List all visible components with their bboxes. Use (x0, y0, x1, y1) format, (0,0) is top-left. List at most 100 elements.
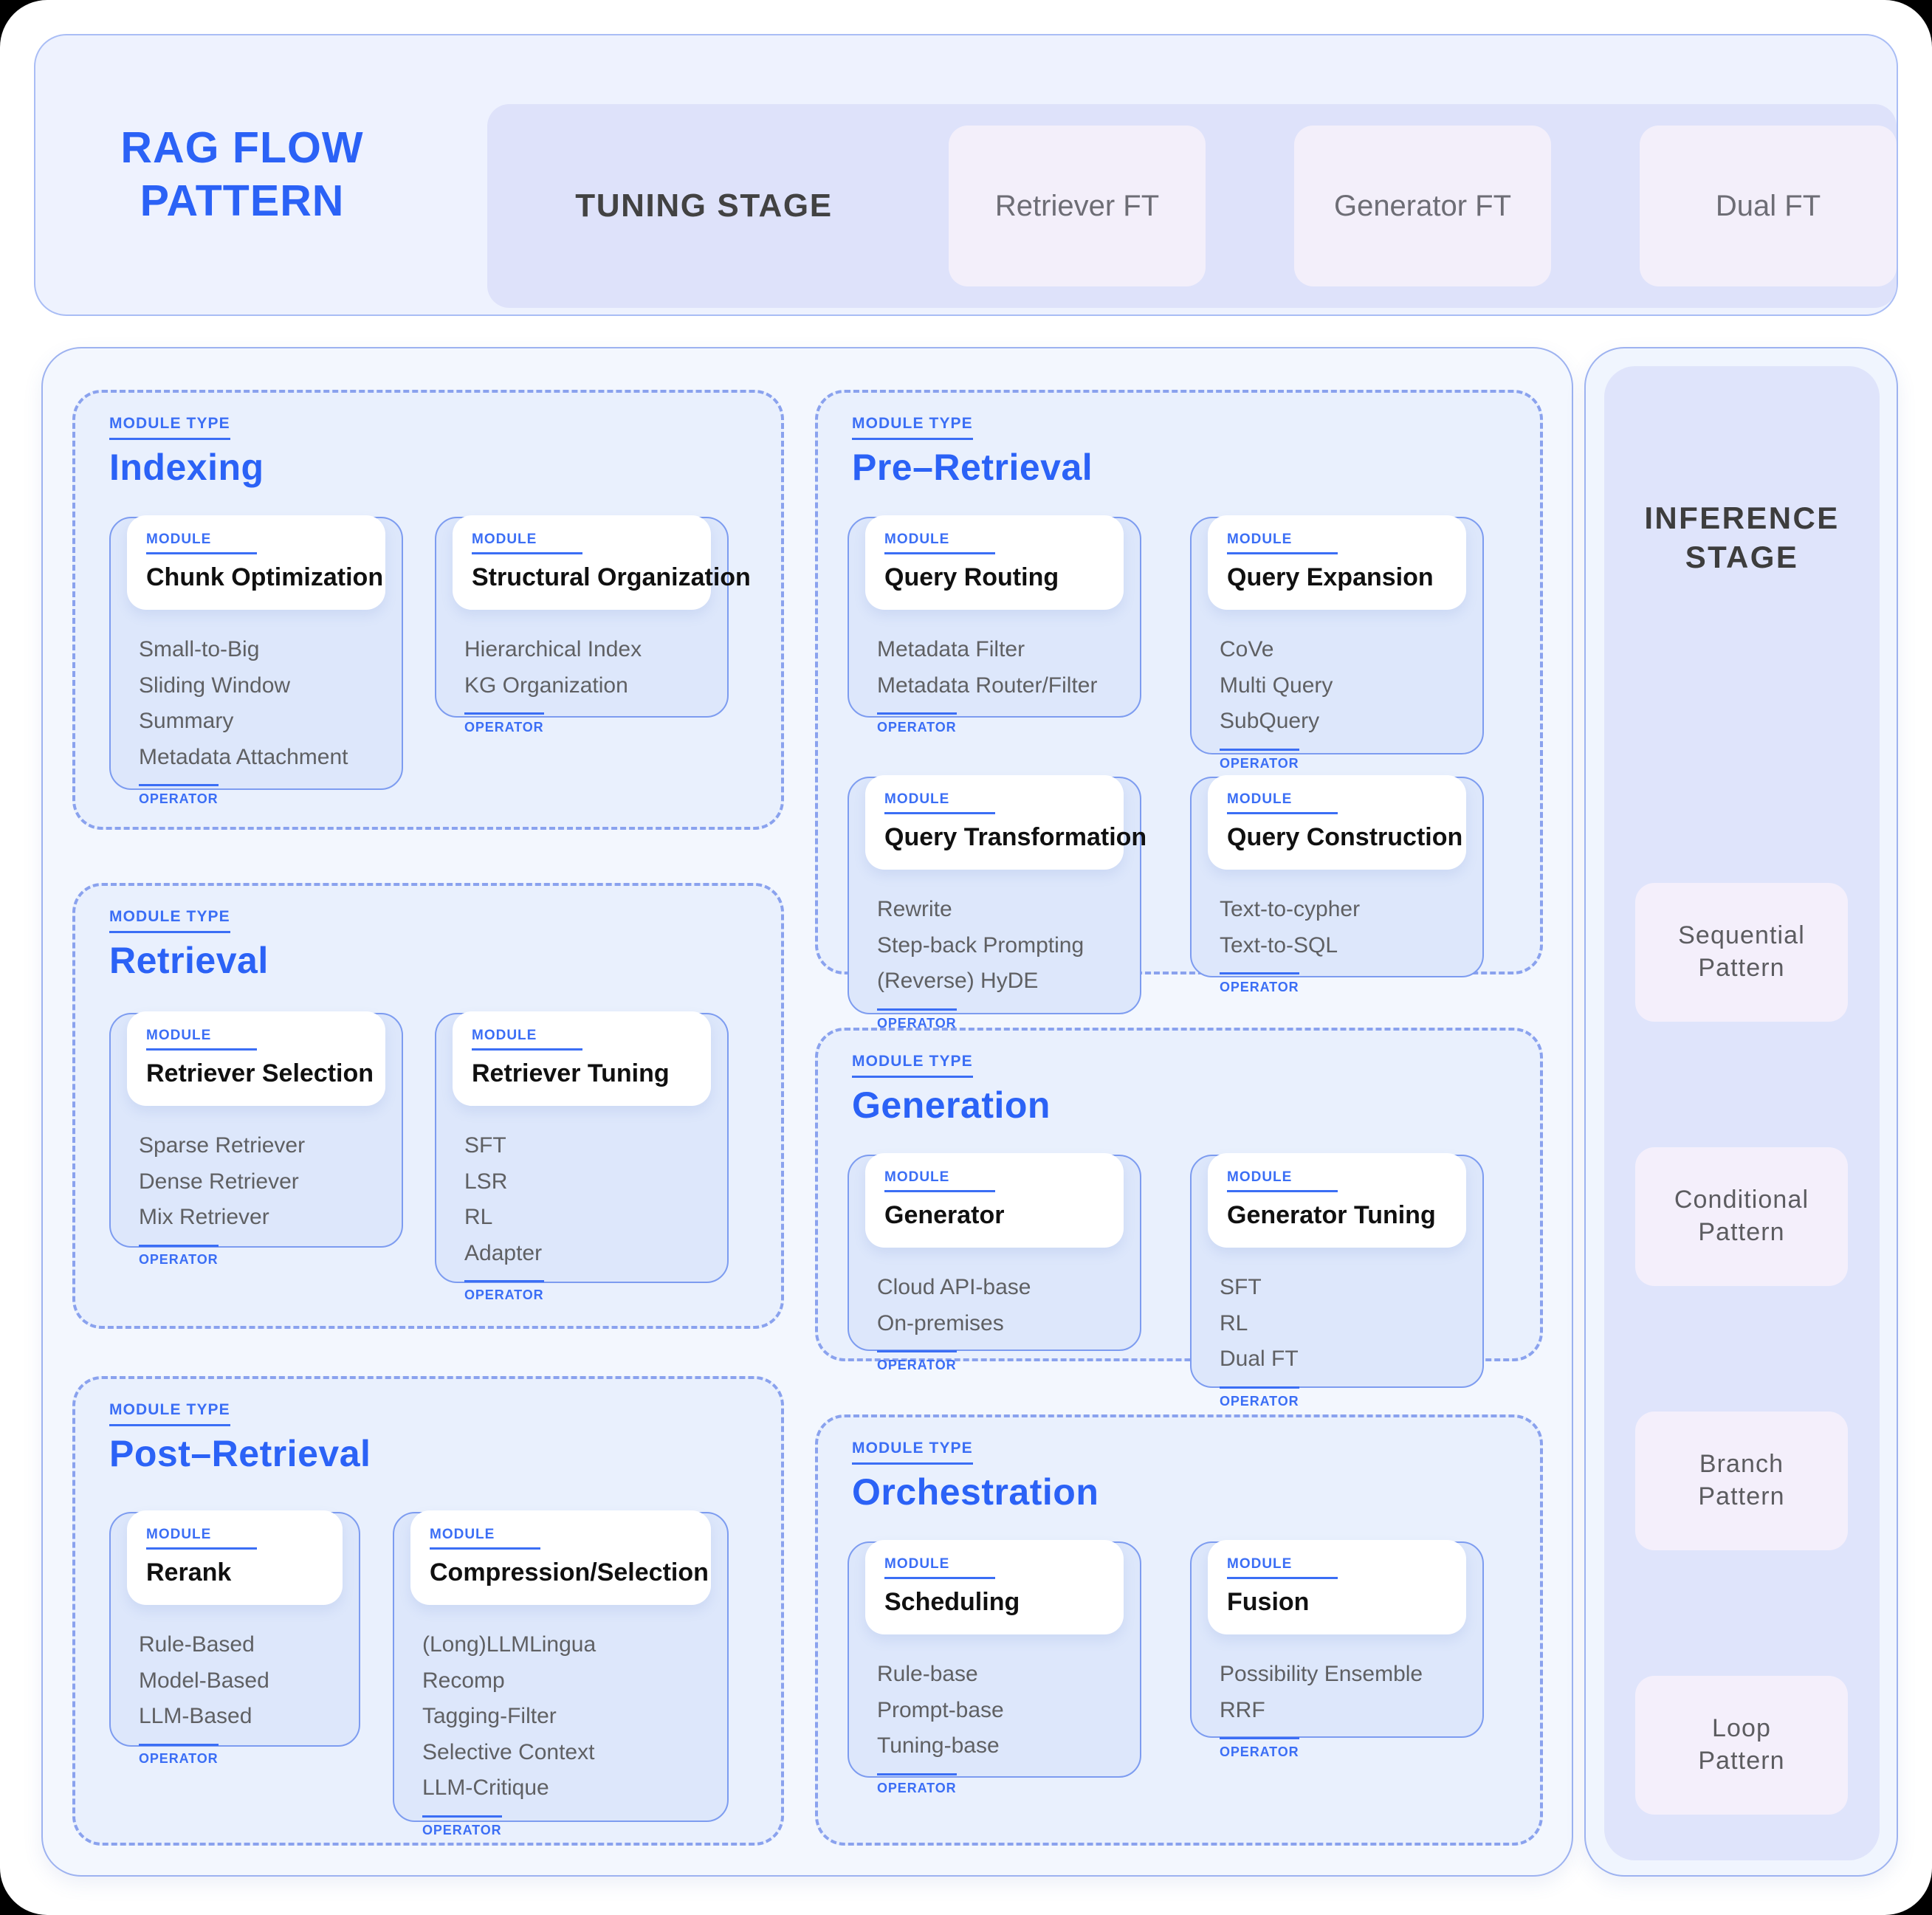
module-title: Fusion (1227, 1588, 1310, 1616)
module-type-kicker: MODULE TYPE (109, 1401, 230, 1426)
operator-item: Dual FT (1220, 1347, 1299, 1372)
module-card[interactable]: MODULE Query Expansion CoVe Multi Query … (1190, 515, 1484, 771)
operator-item: Tuning-base (877, 1733, 1000, 1758)
operator-item: LSR (464, 1169, 508, 1194)
module-card[interactable]: MODULE Scheduling Rule-base Prompt-base … (848, 1540, 1141, 1795)
ft-chip-retriever[interactable]: Retriever FT (949, 126, 1206, 286)
operator-list: Metadata Filter Metadata Router/Filter (873, 632, 1116, 704)
operator-kicker: OPERATOR (877, 1773, 957, 1796)
module-title: Compression/Selection (430, 1558, 709, 1586)
module-title: Query Expansion (1227, 563, 1434, 591)
section-heading: MODULE TYPE Indexing (109, 415, 264, 489)
operator-item: Metadata Attachment (139, 744, 348, 769)
inference-stage-container: INFERENCE STAGE Sequential Pattern Condi… (1584, 347, 1898, 1877)
operator-list: Cloud API-base On-premises (873, 1270, 1116, 1341)
operator-kicker: OPERATOR (139, 1743, 219, 1767)
module-header: MODULE Scheduling (865, 1540, 1124, 1634)
module-type-kicker: MODULE TYPE (109, 415, 230, 440)
module-card[interactable]: MODULE Fusion Possibility Ensemble RRF O… (1190, 1540, 1484, 1759)
operator-item: (Reverse) HyDE (877, 969, 1039, 994)
module-card[interactable]: MODULE Retriever Tuning SFT LSR RL Adapt… (435, 1011, 729, 1302)
operator-item: Multi Query (1220, 673, 1333, 698)
module-kicker: MODULE (472, 1028, 582, 1051)
module-type-kicker: MODULE TYPE (852, 1440, 973, 1465)
module-header: MODULE Query Construction (1208, 775, 1466, 870)
header-panel: RAG FLOW PATTERN TUNING STAGE Retriever … (34, 34, 1898, 316)
module-kicker: MODULE (884, 1169, 995, 1192)
module-body: MODULE Generator Cloud API-base On-premi… (848, 1153, 1141, 1372)
section-generation: MODULE TYPE Generation MODULE Generator … (815, 1028, 1543, 1409)
pattern-card-sequential[interactable]: Sequential Pattern (1635, 883, 1848, 1022)
section-heading: MODULE TYPE Generation (852, 1053, 1051, 1127)
module-header: MODULE Query Routing (865, 515, 1124, 610)
operator-item: RRF (1220, 1697, 1265, 1722)
module-header: MODULE Query Expansion (1208, 515, 1466, 610)
section-heading: MODULE TYPE Orchestration (852, 1440, 1099, 1513)
ft-chip-generator[interactable]: Generator FT (1294, 126, 1551, 286)
module-body: MODULE Query Routing Metadata Filter Met… (848, 515, 1141, 735)
operator-item: Metadata Filter (877, 637, 1025, 661)
operator-item: Prompt-base (877, 1697, 1004, 1722)
operator-item: SFT (1220, 1275, 1262, 1299)
operator-item: SFT (464, 1133, 506, 1158)
module-body: MODULE Scheduling Rule-base Prompt-base … (848, 1540, 1141, 1795)
module-card[interactable]: MODULE Retriever Selection Sparse Retrie… (109, 1011, 403, 1267)
operator-item: (Long)LLMLingua (422, 1632, 597, 1657)
module-title: Retriever Selection (146, 1059, 374, 1087)
operator-item: Dense Retriever (139, 1169, 299, 1194)
operator-item: Tagging-Filter (422, 1704, 557, 1729)
module-title: Query Transformation (884, 823, 1147, 851)
module-body: MODULE Chunk Optimization Small-to-Big S… (109, 515, 403, 806)
operator-kicker: OPERATOR (1220, 972, 1299, 995)
operator-list: SFT RL Dual FT (1215, 1270, 1459, 1378)
module-card[interactable]: MODULE Query Transformation Rewrite Step… (848, 775, 1147, 1031)
module-body: MODULE Compression/Selection (Long)LLMLi… (393, 1510, 729, 1837)
pattern-card-conditional[interactable]: Conditional Pattern (1635, 1147, 1848, 1286)
operator-item: LLM-Critique (422, 1775, 549, 1801)
module-title: Rerank (146, 1558, 232, 1586)
section-post-retrieval: MODULE TYPE Post–Retrieval MODULE Rerank… (72, 1376, 784, 1846)
section-title: Post–Retrieval (109, 1433, 371, 1474)
operator-kicker: OPERATOR (464, 1280, 544, 1303)
operator-item: Text-to-cypher (1220, 897, 1361, 921)
module-card[interactable]: MODULE Query Routing Metadata Filter Met… (848, 515, 1141, 735)
module-card[interactable]: MODULE Generator Cloud API-base On-premi… (848, 1153, 1141, 1372)
module-header: MODULE Generator Tuning (1208, 1153, 1466, 1248)
operator-kicker: OPERATOR (139, 1244, 219, 1268)
operator-item: Possibility Ensemble (1220, 1662, 1423, 1686)
operator-kicker: OPERATOR (877, 1350, 957, 1373)
module-card[interactable]: MODULE Rerank Rule-Based Model-Based LLM… (109, 1510, 360, 1766)
module-card[interactable]: MODULE Structural Organization Hierarchi… (435, 515, 751, 735)
module-card[interactable]: MODULE Generator Tuning SFT RL Dual FT O… (1190, 1153, 1484, 1409)
module-card[interactable]: MODULE Compression/Selection (Long)LLMLi… (393, 1510, 729, 1837)
operator-kicker: OPERATOR (139, 784, 219, 807)
section-title: Retrieval (109, 940, 269, 981)
operator-item: Rule-base (877, 1662, 978, 1686)
module-card[interactable]: MODULE Chunk Optimization Small-to-Big S… (109, 515, 403, 806)
module-header: MODULE Retriever Tuning (453, 1011, 711, 1106)
pattern-card-loop[interactable]: Loop Pattern (1635, 1676, 1848, 1815)
operator-item: Selective Context (422, 1739, 595, 1764)
pattern-card-branch[interactable]: Branch Pattern (1635, 1412, 1848, 1550)
operator-item: KG Organization (464, 673, 628, 698)
module-kicker: MODULE (146, 1028, 257, 1051)
section-heading: MODULE TYPE Retrieval (109, 908, 269, 982)
operator-kicker: OPERATOR (464, 712, 544, 735)
operator-kicker: OPERATOR (422, 1815, 502, 1838)
module-kicker: MODULE (146, 532, 257, 554)
ft-chip-group: Retriever FT Generator FT Dual FT (949, 126, 1897, 286)
module-kicker: MODULE (884, 532, 995, 554)
module-type-kicker: MODULE TYPE (852, 1053, 973, 1078)
operator-item: Adapter (464, 1240, 543, 1265)
operator-list: Sparse Retriever Dense Retriever Mix Ret… (134, 1128, 378, 1236)
module-body: MODULE Generator Tuning SFT RL Dual FT O… (1190, 1153, 1484, 1409)
operator-item: Model-Based (139, 1668, 269, 1693)
module-header: MODULE Generator (865, 1153, 1124, 1248)
section-title: Generation (852, 1084, 1051, 1126)
module-card[interactable]: MODULE Query Construction Text-to-cypher… (1190, 775, 1484, 994)
module-kicker: MODULE (1227, 1169, 1338, 1192)
operator-kicker: OPERATOR (1220, 1737, 1299, 1760)
module-kicker: MODULE (472, 532, 582, 554)
ft-chip-dual[interactable]: Dual FT (1640, 126, 1897, 286)
module-header: MODULE Compression/Selection (410, 1510, 711, 1605)
